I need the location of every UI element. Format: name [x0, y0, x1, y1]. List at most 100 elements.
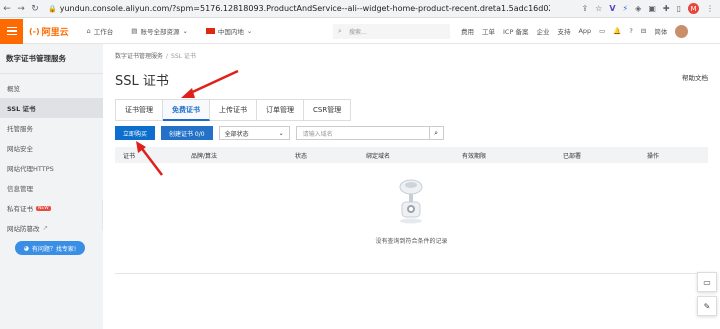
extension-puzzle-icon[interactable]: ✚: [663, 4, 670, 13]
region-label: 中国内地: [217, 28, 244, 36]
domain-search: 请输入域名 ⌕: [295, 126, 444, 140]
extensions: ⇪ ☆ V ⚡ ◈ ▣ ✚ ▯ M ⋮: [581, 3, 714, 14]
hamburger-menu-icon[interactable]: [0, 18, 23, 44]
sidebar-item-hosting[interactable]: 托管服务: [0, 118, 103, 138]
sidebar-item-label: 网站代理HTTPS: [7, 165, 54, 173]
annotation-arrow-buy: [136, 141, 163, 176]
chevron-down-icon: ⌄: [182, 27, 188, 35]
console-search-input[interactable]: ⌕ 搜索...: [333, 24, 450, 39]
new-badge: NEW: [36, 205, 51, 211]
floating-actions: ▭ ✎: [697, 272, 717, 316]
workbench-label: 工作台: [93, 28, 114, 36]
cert-table: 证书 品牌/算法 状态 绑定域名 有效期限 已部署 操作: [115, 147, 708, 163]
breadcrumb-current: SSL 证书: [171, 53, 196, 60]
extension-bolt-icon[interactable]: ⚡: [623, 4, 629, 13]
breadcrumb: 数字证书管理服务 / SSL 证书: [115, 51, 196, 60]
notification-bell-icon[interactable]: 🔔: [613, 27, 621, 35]
empty-state-text: 没有查询到符合条件的记录: [375, 238, 448, 245]
domain-search-placeholder: 请输入域名: [302, 130, 333, 138]
status-select-value: 全部状态: [224, 130, 249, 138]
external-link-icon: ↗: [42, 224, 48, 232]
sidebar-item-label: SSL 证书: [7, 105, 36, 113]
sidebar-item-ssl[interactable]: SSL 证书: [0, 98, 103, 118]
menu-dots-icon[interactable]: ⋮: [706, 4, 714, 13]
empty-robot-icon: [399, 179, 423, 224]
logo-text: 阿里云: [41, 27, 69, 38]
bookmark-star-icon[interactable]: ☆: [595, 4, 602, 13]
domain-search-input[interactable]: 请输入域名: [295, 126, 430, 140]
ask-expert-label: 有问题？找专家!: [31, 245, 77, 253]
aliyun-logo[interactable]: (-) 阿里云: [29, 25, 69, 38]
console-search-placeholder: 搜索...: [349, 29, 367, 36]
help-doc-link[interactable]: 帮助文档: [682, 72, 708, 82]
topbar-link-app[interactable]: App: [578, 27, 591, 35]
help-icon[interactable]: ?: [629, 27, 632, 35]
column-header-actions: 操作: [647, 152, 660, 160]
search-icon: ⌕: [338, 27, 342, 35]
tab-csr-management[interactable]: CSR管理: [304, 99, 352, 121]
chevron-down-icon: ⌄: [278, 129, 284, 137]
china-flag-icon: [205, 28, 215, 34]
column-header-validity: 有效期限: [462, 152, 487, 160]
console-topbar: (-) 阿里云 ⌂ 工作台 ▤ 账号全部资源 ⌄ 中国内地 ⌄ ⌕ 搜索... …: [0, 18, 720, 44]
sidebar-item-private-cert[interactable]: 私有证书 NEW: [0, 198, 103, 218]
column-header-brand: 品牌/算法: [191, 152, 218, 160]
breadcrumb-separator: /: [166, 53, 169, 60]
chat-bubble-icon: ◕: [23, 244, 29, 252]
home-icon: ⌂: [86, 27, 91, 35]
topbar-link-icp[interactable]: ICP 备案: [503, 26, 528, 36]
sidebar-item-label: 网站防篡改: [7, 225, 40, 233]
account-resources-label: 账号全部资源: [140, 28, 180, 36]
workbench-link[interactable]: ⌂ 工作台: [87, 26, 114, 36]
tab-order-management[interactable]: 订单管理: [257, 99, 304, 121]
aliyun-logo-mark: (-): [29, 26, 40, 36]
topbar-link-fees[interactable]: 费用: [461, 26, 474, 36]
region-dropdown[interactable]: 中国内地 ⌄: [205, 26, 253, 36]
forward-icon[interactable]: →: [14, 4, 28, 14]
sidebar-item-label: 信息管理: [7, 185, 33, 193]
extension-check-icon[interactable]: ◈: [635, 4, 641, 13]
breadcrumb-root[interactable]: 数字证书管理服务: [115, 53, 163, 60]
topbar-link-support[interactable]: 支持: [557, 26, 570, 36]
sidebar-item-label: 网站安全: [7, 145, 33, 153]
sidebar-item-info-management[interactable]: 信息管理: [0, 178, 103, 198]
cart-icon[interactable]: ⊟: [641, 27, 646, 35]
profile-avatar[interactable]: M: [688, 3, 699, 14]
sidebar-item-website-security[interactable]: 网站安全: [0, 138, 103, 158]
language-switch[interactable]: 简体: [654, 26, 667, 36]
extension-vpn-icon[interactable]: V: [609, 4, 615, 13]
chat-service-icon[interactable]: ▭: [697, 272, 717, 292]
cloud-shell-icon[interactable]: ▭: [599, 27, 605, 35]
sidebar: 数字证书管理服务 概览 SSL 证书 托管服务 网站安全 网站代理HTTPS 信…: [0, 44, 103, 329]
account-resources-dropdown[interactable]: ▤ 账号全部资源 ⌄: [131, 26, 188, 36]
sidebar-item-label: 托管服务: [7, 125, 33, 133]
ask-expert-button[interactable]: ◕ 有问题？找专家!: [15, 241, 85, 255]
search-icon[interactable]: ⌕: [429, 126, 444, 140]
topbar-links: 费用 工单 ICP 备案 企业 支持 App ▭ 🔔 ? ⊟ 简体: [461, 24, 689, 38]
back-icon[interactable]: ←: [0, 4, 14, 14]
sidebar-item-label: 概览: [7, 85, 20, 93]
chevron-down-icon: ⌄: [246, 27, 253, 35]
topbar-link-enterprise[interactable]: 企业: [536, 26, 549, 36]
table-header: 证书 品牌/算法 状态 绑定域名 有效期限 已部署 操作: [115, 147, 708, 163]
column-header-deployed: 已部署: [563, 152, 582, 160]
extension-grid-icon[interactable]: ▣: [648, 4, 656, 13]
lock-icon: 🔒: [48, 4, 57, 13]
browser-toolbar: ← → ↻ 🔒 yundun.console.aliyun.com/?spm=5…: [0, 0, 720, 18]
reload-icon[interactable]: ↻: [28, 4, 42, 14]
address-bar[interactable]: yundun.console.aliyun.com/?spm=5176.1281…: [60, 4, 550, 13]
column-header-status: 状态: [295, 152, 308, 160]
sidebar-toggle-icon[interactable]: ▯: [677, 4, 681, 13]
sidebar-title: 数字证书管理服务: [0, 44, 103, 74]
share-icon[interactable]: ⇪: [581, 4, 588, 13]
status-select[interactable]: 全部状态 ⌄: [218, 126, 290, 140]
sidebar-item-https-proxy[interactable]: 网站代理HTTPS: [0, 158, 103, 178]
column-header-domain: 绑定域名: [366, 152, 391, 160]
sidebar-item-overview[interactable]: 概览: [0, 78, 103, 98]
sidebar-item-tamper-protection[interactable]: 网站防篡改 ↗: [0, 218, 103, 238]
feedback-icon[interactable]: ✎: [697, 296, 717, 316]
folder-icon: ▤: [131, 27, 138, 35]
topbar-link-tickets[interactable]: 工单: [482, 26, 495, 36]
annotation-arrow-tab: [181, 69, 239, 98]
user-avatar[interactable]: [675, 24, 689, 38]
